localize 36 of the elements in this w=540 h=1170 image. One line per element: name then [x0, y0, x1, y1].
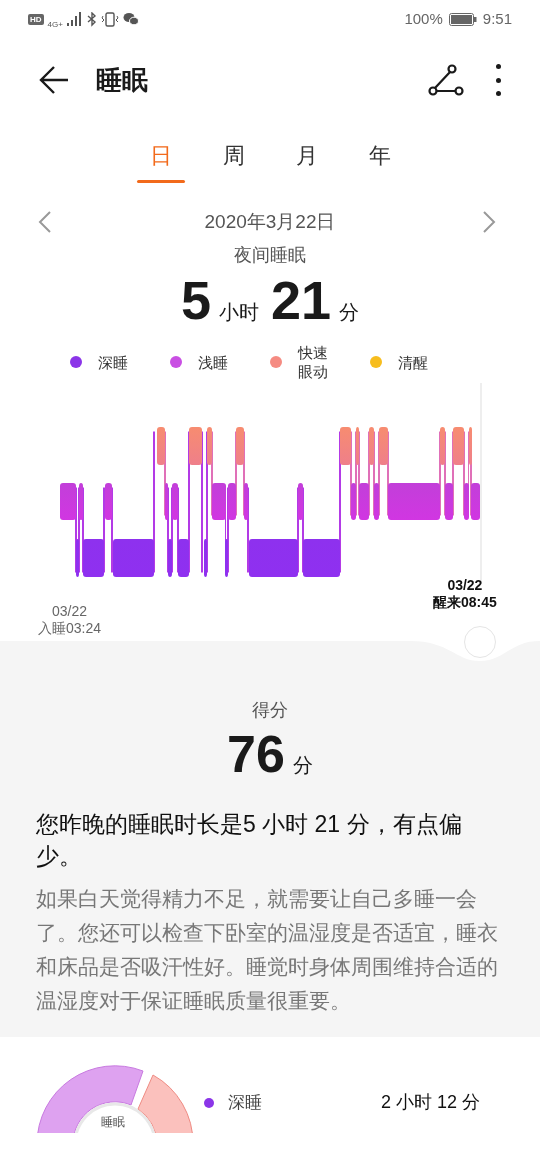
- advice-title: 您昨晚的睡眠时长是5 小时 21 分，有点偏少。: [35, 810, 463, 871]
- start-date: 03/22: [52, 603, 88, 620]
- advice-text: 如果白天觉得精力不足，就需要让自己多睡一会了。您还可以检查下卧室的温湿度是否适宜，睡衣和床品是否吸汗性好。睡觉时身体周围维持合适的温湿度对于保证睡眠质量很重要。: [35, 886, 499, 1014]
- minutes-unit: 分: [339, 300, 360, 325]
- legend-label: 浅睡: [198, 352, 229, 372]
- sleep-start-time: 入睡03:24: [38, 620, 102, 637]
- battery-percent: 100%: [404, 8, 443, 29]
- score-unit: 分: [292, 753, 313, 778]
- signal-icon: [66, 12, 83, 26]
- vibrate-icon: [100, 11, 119, 27]
- minutes-value: 21: [271, 269, 332, 331]
- network-label: 4G+: [47, 20, 63, 29]
- end-date: 03/22: [447, 577, 483, 594]
- page-title: 睡眠: [96, 63, 149, 97]
- clock-time: 9:51: [482, 8, 512, 29]
- battery-icon: [448, 12, 477, 26]
- period-tab[interactable]: 周: [197, 142, 270, 190]
- period-tab[interactable]: 月: [270, 142, 343, 190]
- timeline-handle[interactable]: [464, 626, 496, 658]
- chat-icon: [122, 12, 139, 26]
- legend-label: 深睡: [98, 352, 129, 372]
- legend-label: 清醒: [398, 352, 429, 372]
- hd-badge: HD: [28, 13, 44, 25]
- donut-center-label: 睡眠: [101, 1115, 125, 1130]
- date-label: 2020年3月22日: [204, 209, 336, 234]
- stage-duration: 2 小时 12 分: [380, 1091, 480, 1114]
- stage-label: 深睡: [228, 1091, 263, 1114]
- wake-time: 醒来08:45: [433, 594, 497, 611]
- score-label: 得分: [252, 699, 288, 722]
- section-label: 夜间睡眠: [234, 244, 306, 267]
- legend-label: 快速眼动: [298, 343, 329, 381]
- hours-value: 5: [180, 269, 211, 331]
- score-value: 76: [227, 724, 285, 784]
- bluetooth-icon: [86, 11, 97, 27]
- period-tab[interactable]: 年: [343, 142, 416, 190]
- hours-unit: 小时: [219, 300, 259, 325]
